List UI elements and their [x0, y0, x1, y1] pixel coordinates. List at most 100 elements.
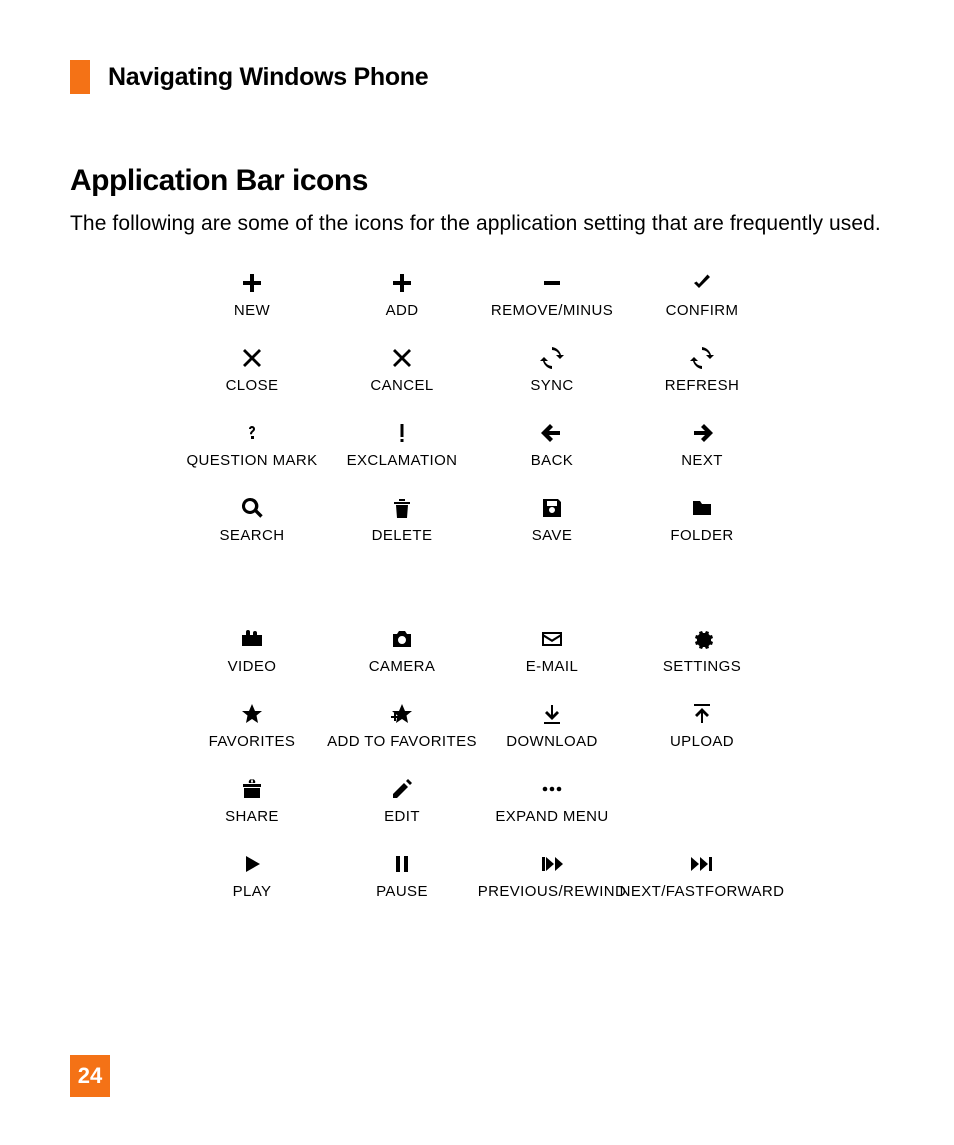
mail-icon	[540, 624, 564, 654]
icon-label: PLAY	[233, 883, 272, 900]
icon-label: ADD	[386, 302, 419, 319]
icon-cell: VIDEO	[177, 624, 327, 675]
group-gap	[177, 568, 777, 600]
save-icon	[540, 493, 564, 523]
page-number: 24	[70, 1055, 110, 1097]
icon-cell: REFRESH	[627, 343, 777, 394]
icon-cell: SYNC	[477, 343, 627, 394]
icon-cell: UPLOAD	[627, 699, 777, 750]
icon-cell: ADD TO FAVORITES	[327, 699, 477, 750]
gear-icon	[690, 624, 714, 654]
play-icon	[240, 849, 264, 879]
icon-cell: SAVE	[477, 493, 627, 544]
icon-label: PAUSE	[376, 883, 428, 900]
star-plus-icon	[390, 699, 414, 729]
check-icon	[690, 268, 714, 298]
search-icon	[240, 493, 264, 523]
icon-label: BACK	[531, 452, 573, 469]
icon-cell: FOLDER	[627, 493, 777, 544]
icon-cell: DELETE	[327, 493, 477, 544]
video-icon	[240, 624, 264, 654]
document-page: Navigating Windows Phone Application Bar…	[0, 0, 954, 1145]
icon-cell: CAMERA	[327, 624, 477, 675]
section-accent-bar	[70, 60, 90, 94]
icon-cell: SHARE	[177, 774, 327, 825]
page-subtitle: Application Bar icons	[70, 164, 884, 198]
icon-cell: REMOVE/MINUS	[477, 268, 627, 319]
icon-label: UPLOAD	[670, 733, 734, 750]
icon-cell: PAUSE	[327, 849, 477, 900]
icon-cell: ADD	[327, 268, 477, 319]
icon-cell: NEXT/FASTFORWARD	[627, 849, 777, 900]
section-header: Navigating Windows Phone	[70, 60, 884, 94]
icon-cell: PREVIOUS/REWIND	[477, 849, 627, 900]
star-icon	[240, 699, 264, 729]
icon-label: SETTINGS	[663, 658, 741, 675]
section-title: Navigating Windows Phone	[108, 63, 428, 92]
icon-label: SEARCH	[220, 527, 285, 544]
icon-label: FOLDER	[670, 527, 733, 544]
icon-label: CANCEL	[370, 377, 433, 394]
icon-cell: SETTINGS	[627, 624, 777, 675]
icon-label: NEXT/FASTFORWARD	[620, 883, 785, 900]
icon-cell: CONFIRM	[627, 268, 777, 319]
icon-label: VIDEO	[228, 658, 277, 675]
plus-icon	[390, 268, 414, 298]
arrow-right-icon	[690, 418, 714, 448]
download-icon	[540, 699, 564, 729]
upload-icon	[690, 699, 714, 729]
minus-icon	[540, 268, 564, 298]
fastforward-icon	[690, 849, 714, 879]
icon-label: EXPAND MENU	[495, 808, 608, 825]
icon-cell: NEXT	[627, 418, 777, 469]
sync-icon	[540, 343, 564, 373]
icon-label: PREVIOUS/REWIND	[478, 883, 627, 900]
trash-icon	[390, 493, 414, 523]
arrow-left-icon	[540, 418, 564, 448]
icon-label: SAVE	[532, 527, 573, 544]
icon-cell: EDIT	[327, 774, 477, 825]
icon-label: SYNC	[530, 377, 573, 394]
icon-label: DELETE	[372, 527, 433, 544]
pause-icon	[390, 849, 414, 879]
icon-label: EDIT	[384, 808, 420, 825]
exclamation-icon	[390, 418, 414, 448]
x-icon	[390, 343, 414, 373]
icon-cell: BACK	[477, 418, 627, 469]
gift-icon	[240, 774, 264, 804]
icon-label: QUESTION MARK	[186, 452, 317, 469]
dots-icon	[540, 774, 564, 804]
icon-cell: NEW	[177, 268, 327, 319]
icon-label: NEXT	[681, 452, 723, 469]
icon-cell: EXPAND MENU	[477, 774, 627, 825]
icon-label: ADD TO FAVORITES	[327, 733, 477, 750]
icon-label: CONFIRM	[666, 302, 739, 319]
question-icon	[240, 418, 264, 448]
icon-cell: E-MAIL	[477, 624, 627, 675]
icon-cell: EXCLAMATION	[327, 418, 477, 469]
icon-cell: CANCEL	[327, 343, 477, 394]
pencil-icon	[390, 774, 414, 804]
icon-label: CAMERA	[369, 658, 436, 675]
icon-cell: PLAY	[177, 849, 327, 900]
icon-grid: NEW ADD REMOVE/MINUS CONFIRM CLOSE CANCE…	[70, 268, 884, 900]
icon-cell: CLOSE	[177, 343, 327, 394]
icon-label: REFRESH	[665, 377, 739, 394]
intro-text: The following are some of the icons for …	[70, 212, 884, 236]
previous-icon	[540, 849, 564, 879]
icon-label: SHARE	[225, 808, 279, 825]
icon-cell: SEARCH	[177, 493, 327, 544]
icon-label: EXCLAMATION	[347, 452, 458, 469]
icon-label: DOWNLOAD	[506, 733, 598, 750]
refresh-icon	[690, 343, 714, 373]
folder-icon	[690, 493, 714, 523]
camera-icon	[390, 624, 414, 654]
icon-label: REMOVE/MINUS	[491, 302, 613, 319]
icon-cell: FAVORITES	[177, 699, 327, 750]
icon-label: E-MAIL	[526, 658, 578, 675]
icon-label: NEW	[234, 302, 270, 319]
icon-cell: DOWNLOAD	[477, 699, 627, 750]
x-icon	[240, 343, 264, 373]
icon-label: CLOSE	[226, 377, 279, 394]
icon-cell: QUESTION MARK	[177, 418, 327, 469]
